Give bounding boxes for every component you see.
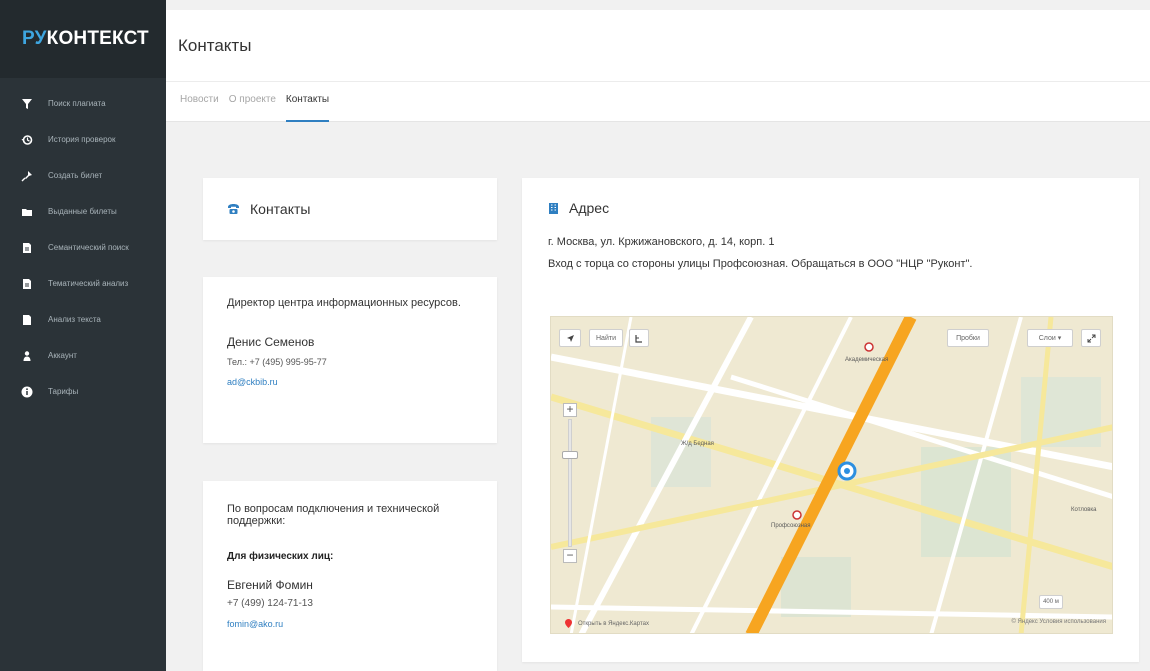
sidebar-item-label: Тарифы [48,387,79,396]
sidebar-item-account[interactable]: Аккаунт [0,338,166,374]
user-icon [20,349,34,363]
support-intro: По вопросам подключения и технической по… [227,503,440,527]
zoom-slider-handle[interactable] [562,451,578,459]
map-label-kotlovka: Котловка [1071,507,1097,513]
zoom-track[interactable] [568,419,572,547]
pin-icon [20,169,34,183]
open-in-yandex-label: Открыть в Яндекс.Картах [578,620,649,627]
brand-name: КОНТЕКСТ [46,28,149,49]
support-phone: +7 (499) 124-71-13 [227,598,313,609]
map-label-station: Ж/д Бедная [681,441,714,447]
sidebar-item-label: Поиск плагиата [48,99,106,108]
building-icon [548,202,559,214]
address-line: г. Москва, ул. Кржижановского, д. 14, ко… [548,236,775,248]
arrow-icon [566,334,574,342]
document-icon [20,277,34,291]
sidebar-item-label: Создать билет [48,171,103,180]
tab-bar: Новости О проекте Контакты [166,82,1150,122]
contacts-header-card: Контакты [203,178,497,240]
locate-button[interactable] [559,329,581,347]
support-name: Евгений Фомин [227,578,313,592]
map-label-profsoyuznaya: Профсоюзная [771,523,811,529]
sidebar-item-issued-tickets[interactable]: Выданные билеты [0,194,166,230]
location-marker-icon[interactable] [837,461,857,481]
director-name: Денис Семенов [227,335,315,349]
phone-icon [227,203,240,215]
sidebar-item-label: Выданные билеты [48,207,117,216]
scale-indicator: 400 м [1039,595,1063,609]
address-title: Адрес [569,200,610,216]
map-tiles [551,317,1112,633]
director-email-link[interactable]: ad@ckbib.ru [227,377,278,387]
address-card: Адрес г. Москва, ул. Кржижановского, д. … [522,178,1139,662]
sidebar-item-semantic-search[interactable]: Семантический поиск [0,230,166,266]
ruler-button[interactable] [629,329,649,347]
map-widget[interactable]: Найти Пробки Слои ▾ + − Академическая Пр… [550,316,1113,634]
sidebar-item-label: Анализ текста [48,315,101,324]
traffic-button[interactable]: Пробки [947,329,989,347]
address-entrance-note: Вход с торца со стороны улицы Профсоюзна… [548,258,973,270]
info-icon [20,385,34,399]
support-group-heading: Для физических лиц: [227,551,334,562]
zoom-control: + − [562,403,578,563]
fullscreen-button[interactable] [1081,329,1101,347]
sidebar-item-create-ticket[interactable]: Создать билет [0,158,166,194]
layers-label: Слои [1038,334,1056,342]
map-copyright[interactable]: © Яндекс Условия использования [1011,619,1106,625]
sidebar-item-label: Семантический поиск [48,243,129,252]
map-label-akademicheskaya: Академическая [845,357,889,363]
brand-prefix: РУ [22,28,47,49]
sidebar-item-label: Тематический анализ [48,279,129,288]
zoom-out-button[interactable]: − [563,549,577,563]
filter-icon [20,97,34,111]
zoom-in-button[interactable]: + [563,403,577,417]
director-role: Директор центра информационных ресурсов. [227,297,461,309]
sidebar-item-plagiarism[interactable]: Поиск плагиата [0,86,166,122]
sidebar: РУ КОНТЕКСТ Поиск плагиата История провер… [0,0,166,671]
sidebar-item-label: История проверок [48,135,116,144]
history-icon [20,133,34,147]
sidebar-nav: Поиск плагиата История проверок Создать … [0,78,166,410]
tab-about[interactable]: О проекте [229,82,276,122]
director-card: Директор центра информационных ресурсов.… [203,277,497,443]
support-card: По вопросам подключения и технической по… [203,481,497,671]
director-phone: Тел.: +7 (495) 995-95-77 [227,357,327,367]
open-in-yandex-link[interactable]: Открыть в Яндекс.Картах [565,619,649,628]
layers-dropdown[interactable]: Слои ▾ [1027,329,1073,347]
contacts-title: Контакты [250,201,311,217]
map-pin-icon [565,619,572,628]
traffic-label: Пробки [956,334,980,342]
ruler-icon [635,334,642,343]
sidebar-item-thematic-analysis[interactable]: Тематический анализ [0,266,166,302]
page-header: Контакты [166,10,1150,82]
brand-logo[interactable]: РУ КОНТЕКСТ [0,0,166,78]
sidebar-item-label: Аккаунт [48,351,77,360]
tab-contacts[interactable]: Контакты [285,82,330,122]
folder-icon [20,205,34,219]
sidebar-item-tariffs[interactable]: Тарифы [0,374,166,410]
support-email-link[interactable]: fomin@ako.ru [227,619,283,629]
expand-icon [1087,334,1095,342]
document-icon [20,313,34,327]
document-icon [20,241,34,255]
tab-news[interactable]: Новости [180,82,219,122]
sidebar-item-text-analysis[interactable]: Анализ текста [0,302,166,338]
map-find-button[interactable]: Найти [589,329,623,347]
page-title: Контакты [178,36,252,55]
sidebar-item-history[interactable]: История проверок [0,122,166,158]
